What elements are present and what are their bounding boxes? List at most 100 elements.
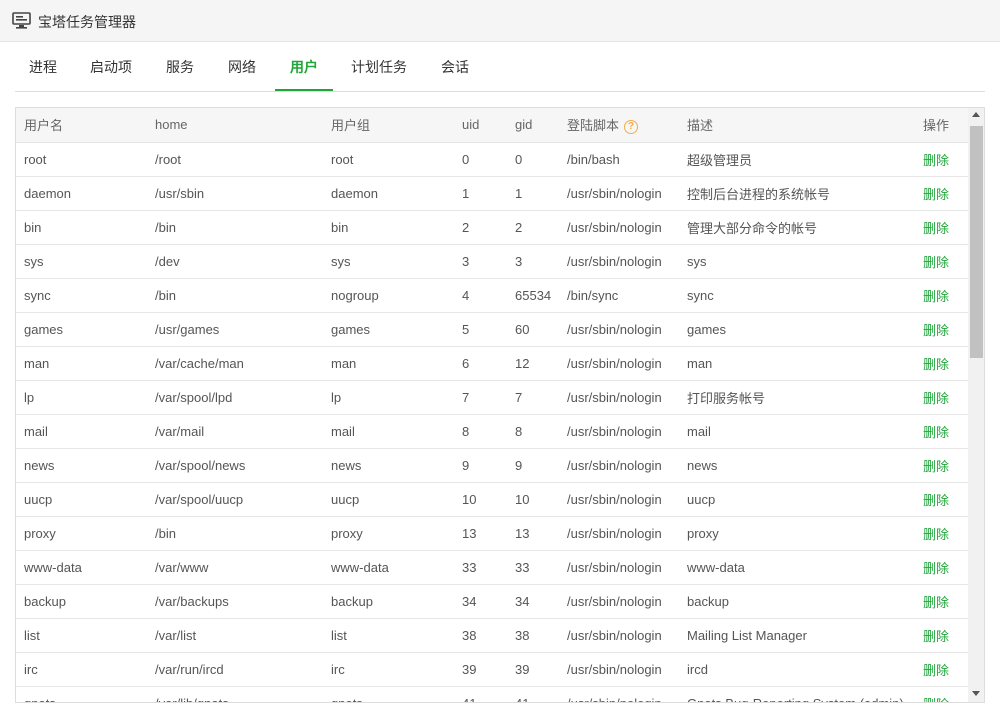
cell-gid: 9 [507, 448, 559, 483]
cell-group: root [323, 142, 454, 177]
cell-uid: 9 [454, 448, 507, 483]
tab-sessions[interactable]: 会话 [441, 42, 469, 92]
cell-login-shell: /usr/sbin/nologin [559, 176, 679, 211]
cell-description: Mailing List Manager [679, 618, 915, 653]
scrollbar-thumb[interactable] [970, 126, 983, 358]
window-title: 宝塔任务管理器 [38, 14, 136, 30]
tab-users[interactable]: 用户 [290, 42, 318, 92]
cell-login-shell: /usr/sbin/nologin [559, 414, 679, 449]
cell-home: /dev [147, 244, 323, 279]
delete-button[interactable]: 删除 [915, 346, 968, 381]
cell-home: /var/cache/man [147, 346, 323, 381]
cell-gid: 10 [507, 482, 559, 517]
cell-description: ircd [679, 652, 915, 687]
table-body: root/root root 0 0/bin/bash 超级管理员 删除 daemon/us… [16, 142, 968, 702]
delete-button[interactable]: 删除 [915, 244, 968, 279]
cell-home: /bin [147, 210, 323, 245]
delete-button[interactable]: 删除 [915, 584, 968, 619]
delete-button[interactable]: 删除 [915, 312, 968, 347]
cell-username: list [16, 618, 147, 653]
cell-gid: 12 [507, 346, 559, 381]
cell-group: lp [323, 380, 454, 415]
cell-description: uucp [679, 482, 915, 517]
cell-group: gnats [323, 686, 454, 702]
users-table: 用户名 home 用户组 uid gid 登陆脚本? 描述 操作 root/ro… [16, 108, 968, 702]
delete-button[interactable]: 删除 [915, 380, 968, 415]
tab-network[interactable]: 网络 [228, 42, 256, 92]
delete-button[interactable]: 删除 [915, 210, 968, 245]
cell-username: news [16, 448, 147, 483]
table-row: mail/var/mail mail 8 8/usr/sbin/nologin mail… [16, 414, 968, 449]
cell-login-shell: /usr/sbin/nologin [559, 686, 679, 702]
cell-login-shell: /usr/sbin/nologin [559, 380, 679, 415]
table-row: man/var/cache/man man 6 12/usr/sbin/nologin… [16, 346, 968, 381]
cell-group: daemon [323, 176, 454, 211]
cell-login-shell: /usr/sbin/nologin [559, 652, 679, 687]
tab-scheduled-tasks[interactable]: 计划任务 [351, 42, 407, 92]
delete-button[interactable]: 删除 [915, 448, 968, 483]
cell-login-shell: /usr/sbin/nologin [559, 346, 679, 381]
table-row: uucp/var/spool/uucp uucp 10 10/usr/sbin/nol… [16, 482, 968, 517]
cell-gid: 38 [507, 618, 559, 653]
cell-description: Gnats Bug-Reporting System (admin) [679, 686, 915, 702]
cell-login-shell: /usr/sbin/nologin [559, 244, 679, 279]
delete-button[interactable]: 删除 [915, 686, 968, 702]
vertical-scrollbar[interactable] [968, 108, 984, 702]
cell-home: /var/www [147, 550, 323, 585]
cell-description: games [679, 312, 915, 347]
cell-login-shell: /usr/sbin/nologin [559, 550, 679, 585]
cell-home: /var/backups [147, 584, 323, 619]
cell-login-shell: /bin/bash [559, 142, 679, 177]
column-header-description[interactable]: 描述 [679, 108, 915, 143]
tab-services[interactable]: 服务 [166, 42, 194, 92]
cell-username: sync [16, 278, 147, 313]
cell-username: mail [16, 414, 147, 449]
cell-description: 超级管理员 [679, 142, 915, 177]
cell-login-shell: /usr/sbin/nologin [559, 448, 679, 483]
cell-group: uucp [323, 482, 454, 517]
cell-username: bin [16, 210, 147, 245]
cell-gid: 7 [507, 380, 559, 415]
column-header-gid[interactable]: gid [507, 108, 559, 143]
question-circle-icon[interactable]: ? [624, 119, 639, 134]
cell-group: sys [323, 244, 454, 279]
delete-button[interactable]: 删除 [915, 142, 968, 177]
cell-description: news [679, 448, 915, 483]
table-row: news/var/spool/news news 9 9/usr/sbin/nolog… [16, 448, 968, 483]
cell-description: proxy [679, 516, 915, 551]
table-row: daemon/usr/sbin daemon 1 1/usr/sbin/nologin… [16, 176, 968, 211]
cell-description: sys [679, 244, 915, 279]
cell-uid: 0 [454, 142, 507, 177]
cell-username: lp [16, 380, 147, 415]
column-header-home[interactable]: home [147, 108, 323, 143]
column-header-group[interactable]: 用户组 [323, 108, 454, 143]
tab-startup[interactable]: 启动项 [90, 42, 132, 92]
delete-button[interactable]: 删除 [915, 278, 968, 313]
table-row: lp/var/spool/lpd lp 7 7/usr/sbin/nologin 打印服… [16, 380, 968, 415]
column-header-login-shell[interactable]: 登陆脚本? [559, 108, 679, 143]
cell-uid: 34 [454, 584, 507, 619]
delete-button[interactable]: 删除 [915, 516, 968, 551]
table-row: bin/bin bin 2 2/usr/sbin/nologin 管理大部分命令的帐号删… [16, 210, 968, 245]
delete-button[interactable]: 删除 [915, 618, 968, 653]
cell-home: /var/lib/gnats [147, 686, 323, 702]
delete-button[interactable]: 删除 [915, 652, 968, 687]
cell-home: /var/list [147, 618, 323, 653]
tab-processes[interactable]: 进程 [29, 42, 57, 92]
cell-username: gnats [16, 686, 147, 702]
cell-description: mail [679, 414, 915, 449]
delete-button[interactable]: 删除 [915, 414, 968, 449]
cell-uid: 7 [454, 380, 507, 415]
table-row: sys/dev sys 3 3/usr/sbin/nologin sys 删除 [16, 244, 968, 279]
delete-button[interactable]: 删除 [915, 482, 968, 517]
delete-button[interactable]: 删除 [915, 550, 968, 585]
scroll-up-arrow-icon[interactable] [972, 112, 980, 117]
delete-button[interactable]: 删除 [915, 176, 968, 211]
table-row: backup/var/backups backup 34 34/usr/sbin/no… [16, 584, 968, 619]
column-header-username[interactable]: 用户名 [16, 108, 147, 143]
cell-home: /var/spool/lpd [147, 380, 323, 415]
cell-gid: 60 [507, 312, 559, 347]
scroll-down-arrow-icon[interactable] [972, 691, 980, 696]
cell-uid: 8 [454, 414, 507, 449]
column-header-uid[interactable]: uid [454, 108, 507, 143]
